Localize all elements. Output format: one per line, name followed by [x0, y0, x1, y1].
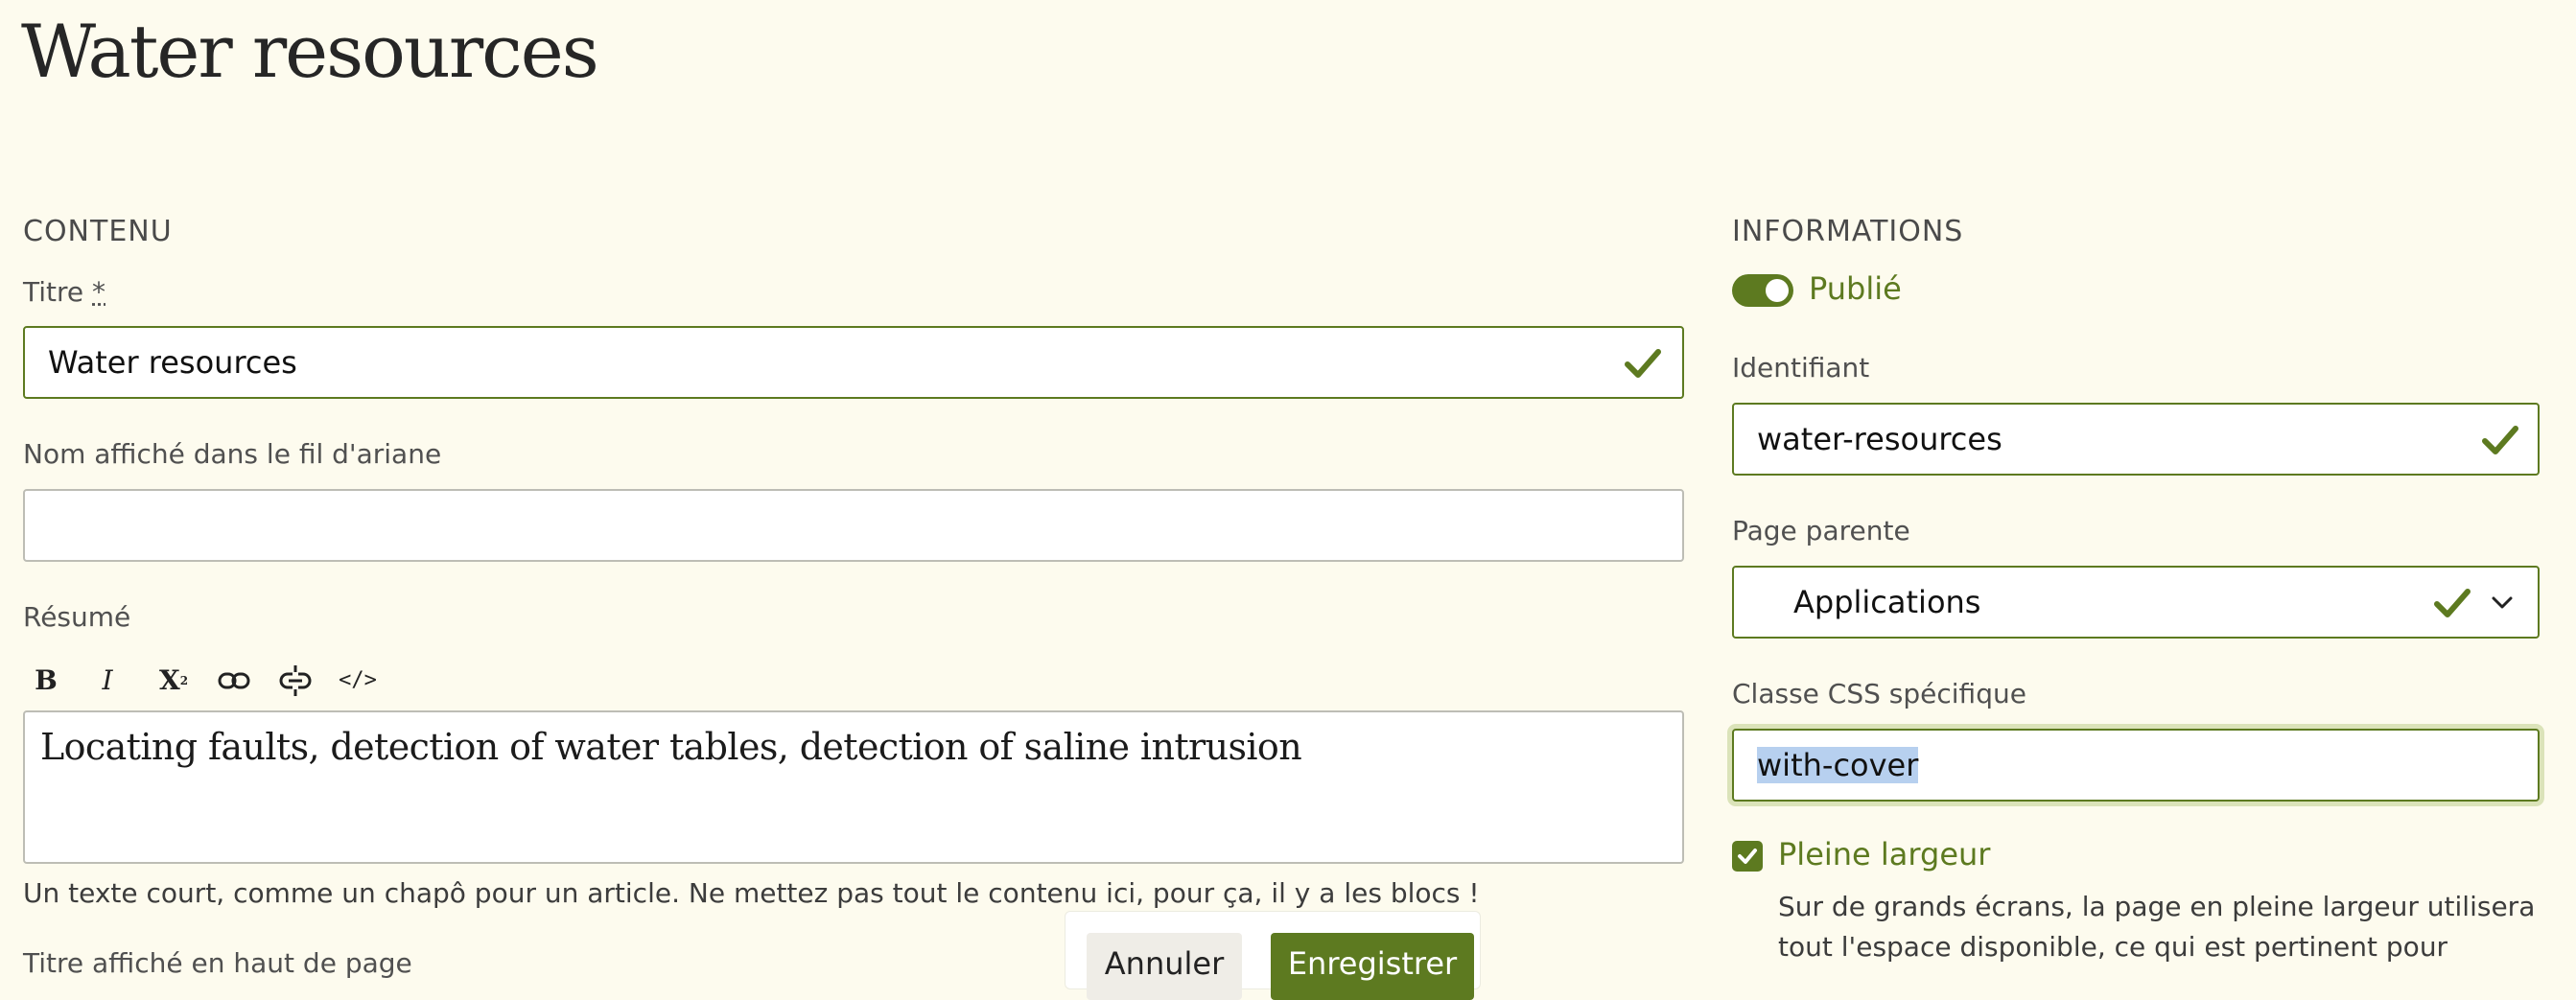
page-title: Water resources: [21, 9, 599, 94]
title-field-label: Titre *: [23, 276, 105, 308]
identifier-label: Identifiant: [1732, 352, 1870, 384]
info-section-title: INFORMATIONS: [1732, 215, 1964, 248]
breadcrumb-input[interactable]: [23, 489, 1684, 562]
italic-button[interactable]: I: [90, 662, 125, 700]
code-button[interactable]: </>: [336, 662, 380, 700]
check-icon: [1625, 349, 1661, 378]
page-heading-field-label: Titre affiché en haut de page: [23, 947, 412, 979]
identifier-input[interactable]: water-resources: [1732, 403, 2540, 476]
save-button[interactable]: Enregistrer: [1271, 933, 1474, 1000]
unlink-button[interactable]: [276, 662, 315, 700]
bold-button[interactable]: B: [29, 662, 63, 700]
action-bar: Annuler Enregistrer: [1065, 911, 1481, 1000]
parent-page-select[interactable]: Applications: [1732, 566, 2540, 639]
chevron-down-icon[interactable]: [2492, 596, 2513, 610]
unlink-icon: [279, 665, 312, 696]
title-input-value[interactable]: Water resources: [48, 328, 297, 397]
css-class-label: Classe CSS spécifique: [1732, 678, 2026, 709]
title-label-text: Titre: [23, 276, 84, 308]
full-width-help-line2: tout l'espace disponible, ce qui est per…: [1778, 931, 2448, 963]
summary-help-text: Un texte court, comme un chapô pour un a…: [23, 877, 1480, 909]
cancel-button[interactable]: Annuler: [1087, 933, 1242, 1000]
breadcrumb-field-label: Nom affiché dans le fil d'ariane: [23, 438, 442, 470]
summary-label: Résumé: [23, 601, 131, 633]
link-button[interactable]: [215, 662, 253, 700]
check-icon: [2434, 589, 2471, 617]
parent-page-value[interactable]: Applications: [1793, 568, 1980, 637]
full-width-checkbox[interactable]: [1732, 841, 1763, 872]
required-mark: *: [92, 276, 106, 308]
full-width-help-line1: Sur de grands écrans, la page en pleine …: [1778, 891, 2536, 922]
checkmark-icon: [1738, 849, 1757, 864]
published-toggle[interactable]: [1732, 274, 1793, 307]
content-section-title: CONTENU: [23, 215, 173, 248]
css-class-input[interactable]: with-cover: [1732, 729, 2540, 802]
selected-text: with-cover: [1757, 747, 1919, 783]
title-input[interactable]: Water resources: [23, 326, 1684, 399]
toggle-knob: [1766, 279, 1789, 302]
link-icon: [218, 672, 250, 689]
parent-page-label: Page parente: [1732, 515, 1910, 547]
check-icon: [2482, 426, 2518, 454]
full-width-label[interactable]: Pleine largeur: [1778, 836, 1990, 872]
published-label[interactable]: Publié: [1809, 270, 1902, 307]
summary-editor-text[interactable]: Locating faults, detection of water tabl…: [40, 726, 1302, 768]
summary-editor[interactable]: Locating faults, detection of water tabl…: [23, 710, 1684, 864]
superscript-button[interactable]: X2: [152, 662, 196, 700]
css-class-input-value[interactable]: with-cover: [1757, 731, 1919, 800]
identifier-input-value[interactable]: water-resources: [1757, 405, 2002, 474]
